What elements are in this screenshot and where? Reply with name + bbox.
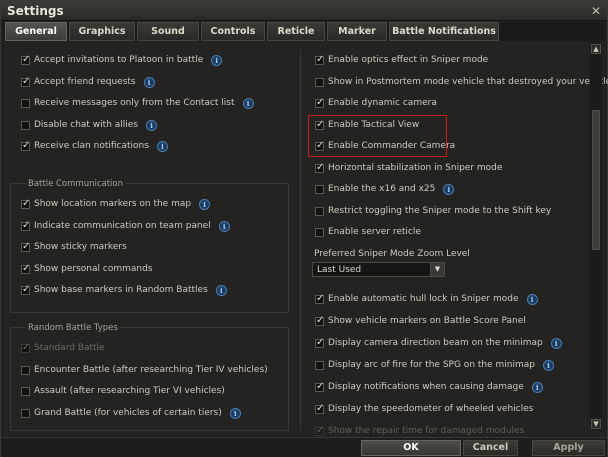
cancel-button[interactable]: Cancel: [463, 440, 518, 456]
tab-controls[interactable]: Controls: [201, 22, 265, 41]
window-title: Settings: [7, 4, 64, 18]
option-label: Accept friend requests: [34, 76, 136, 87]
tab-bar: General Graphics Sound Controls Reticle …: [3, 22, 605, 41]
zoom-level-label: Preferred Sniper Mode Zoom Level: [314, 249, 470, 259]
apply-button[interactable]: Apply: [532, 440, 605, 456]
option-label: Display arc of fire for the SPG on the m…: [328, 360, 535, 370]
option-label: Horizontal stabilization in Sniper mode: [328, 162, 503, 173]
option-label: Display camera direction beam on the min…: [328, 338, 543, 348]
option-label: Enable automatic hull lock in Sniper mod…: [328, 294, 519, 304]
checkbox[interactable]: [21, 54, 30, 65]
random-battle-types-title: Random Battle Types: [26, 323, 120, 333]
tab-marker[interactable]: Marker: [327, 22, 387, 41]
footer-bar: OK Cancel Apply: [1, 437, 607, 457]
option-label: Receive clan notifications: [34, 141, 149, 151]
scrollbar[interactable]: ▲ ▼: [590, 42, 602, 431]
battle-communication-group: [10, 183, 289, 313]
tab-graphics[interactable]: Graphics: [69, 22, 135, 41]
column-divider: [300, 50, 301, 430]
random-battle-types-group: [10, 327, 289, 431]
checkbox[interactable]: [315, 337, 324, 348]
info-icon[interactable]: i: [156, 141, 168, 152]
checkbox[interactable]: [315, 293, 324, 304]
option-label: Enable dynamic camera: [328, 98, 437, 108]
ok-button[interactable]: OK: [361, 440, 461, 456]
checkbox[interactable]: [21, 140, 30, 151]
info-icon[interactable]: i: [143, 76, 155, 88]
checkbox[interactable]: [315, 162, 324, 173]
tab-sound[interactable]: Sound: [137, 22, 199, 41]
tab-battle-notifications[interactable]: Battle Notifications: [389, 22, 499, 41]
chevron-down-icon[interactable]: ▼: [430, 263, 444, 276]
info-icon[interactable]: i: [542, 360, 554, 371]
checkbox[interactable]: [315, 228, 324, 237]
checkbox[interactable]: [315, 77, 324, 87]
checkbox[interactable]: [315, 425, 324, 436]
info-icon[interactable]: i: [146, 119, 157, 131]
scroll-thumb[interactable]: [592, 110, 600, 250]
info-icon[interactable]: i: [242, 98, 254, 109]
tab-reticle[interactable]: Reticle: [267, 22, 325, 41]
option-label: Show in Postmortem mode vehicle that des…: [328, 76, 608, 87]
tab-general[interactable]: General: [5, 22, 67, 41]
option-label: Enable server reticle: [328, 227, 421, 237]
checkbox[interactable]: [315, 403, 324, 414]
option-label: Restrict toggling the Sniper mode to the…: [328, 205, 552, 216]
checkbox[interactable]: [315, 206, 324, 216]
checkbox[interactable]: [315, 361, 324, 370]
scroll-down-icon[interactable]: ▼: [591, 419, 601, 429]
option-label: Enable the x16 and x25: [328, 184, 436, 194]
checkbox[interactable]: [315, 185, 324, 194]
info-icon[interactable]: i: [531, 382, 543, 393]
option-label: Display notifications when causing damag…: [328, 382, 524, 392]
option-label: Enable optics effect in Sniper mode: [328, 55, 489, 65]
checkbox[interactable]: [21, 99, 30, 108]
checkbox[interactable]: [315, 381, 324, 392]
checkbox[interactable]: [315, 97, 324, 108]
option-label: Disable chat with allies: [34, 119, 139, 130]
option-label: Receive messages only from the Contact l…: [34, 98, 235, 108]
checkbox[interactable]: [21, 120, 30, 130]
highlight-box: [308, 115, 447, 157]
option-label: Display the speedometer of wheeled vehic…: [328, 404, 534, 414]
scroll-up-icon[interactable]: ▲: [591, 44, 601, 54]
checkbox[interactable]: [21, 76, 30, 87]
info-icon[interactable]: i: [526, 294, 538, 305]
checkbox[interactable]: [315, 315, 324, 326]
battle-communication-title: Battle Communication: [26, 179, 125, 189]
info-icon[interactable]: i: [550, 338, 562, 349]
title-bar: Settings ✕: [1, 1, 607, 21]
zoom-level-select[interactable]: Last Used ▼: [312, 262, 445, 277]
close-icon[interactable]: ✕: [590, 5, 602, 17]
settings-window: Settings ✕ General Graphics Sound Contro…: [0, 0, 608, 457]
checkbox[interactable]: [315, 54, 324, 65]
option-label: Accept invitations to Platoon in battle: [34, 55, 204, 65]
option-label: Show vehicle markers on Battle Score Pan…: [328, 316, 526, 326]
option-label: Show the repair time for damaged modules: [328, 426, 525, 436]
zoom-level-value: Last Used: [317, 265, 362, 275]
